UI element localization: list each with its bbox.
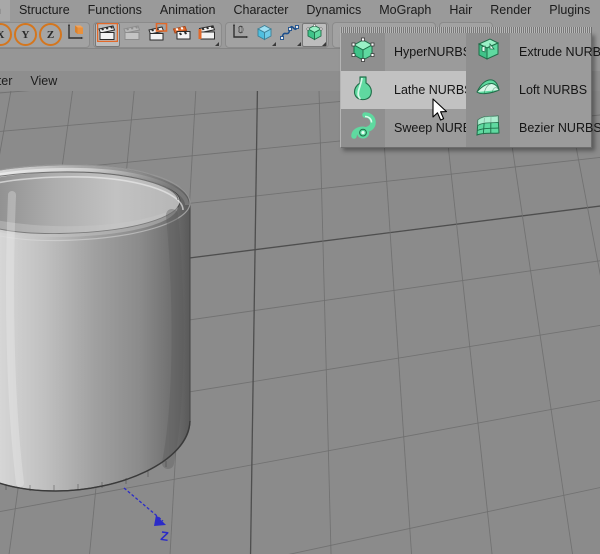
bezier-nurbs-icon	[474, 112, 502, 145]
x-axis-icon: X	[0, 23, 12, 46]
hypernurbs-icon	[348, 36, 378, 69]
menu-item-hypernurbs[interactable]: HyperNURBS	[341, 33, 471, 71]
clapper-marquee-icon	[147, 22, 168, 47]
flyout-corner-icon	[322, 41, 326, 46]
menu-item-dynamics[interactable]: Dynamics	[297, 0, 370, 21]
nurbs-generators-popup-menu: HyperNURBS Lathe NURBS Sweep NURBS Extru…	[340, 32, 600, 148]
menu-item-structure[interactable]: Structure	[10, 0, 79, 21]
lathe-nurbs-icon	[349, 74, 377, 107]
lathe-nurbs-icon-cell	[341, 71, 385, 109]
viewport-menu-item-filter[interactable]: lter	[0, 71, 21, 91]
render-settings-button[interactable]	[195, 23, 220, 47]
menu-item-mograph[interactable]: MoGraph	[370, 0, 440, 21]
menu-item-character[interactable]: Character	[224, 0, 297, 21]
render-view-button[interactable]	[95, 22, 120, 47]
svg-text:0: 0	[238, 24, 244, 36]
popup-column-right: Extrude NURBS Loft NURBS	[466, 33, 600, 147]
clapper-gray-icon	[122, 23, 143, 47]
loft-nurbs-icon	[474, 74, 502, 107]
menu-item-extrude-nurbs-label: Extrude NURBS	[519, 45, 600, 59]
menu-item-hypernurbs-label: HyperNURBS	[394, 45, 472, 59]
toolbar-group-render	[93, 21, 222, 48]
popup-column-left: HyperNURBS Lathe NURBS Sweep NURBS	[341, 33, 479, 147]
menu-item-extrude-nurbs[interactable]: Extrude NURBS	[466, 33, 600, 71]
menu-item-plugins[interactable]: Plugins	[540, 0, 599, 21]
world-object-coordinates-button[interactable]	[63, 23, 88, 47]
sweep-nurbs-icon-cell	[341, 109, 385, 147]
toolbar-group-axis-lock: X Y Z	[0, 21, 90, 48]
lock-z-axis-button[interactable]: Z	[38, 23, 63, 47]
menu-item-selection[interactable]: n	[0, 0, 10, 21]
menu-item-functions[interactable]: Functions	[79, 0, 151, 21]
primitive-cube-button[interactable]	[252, 23, 277, 47]
flyout-corner-icon	[272, 41, 276, 46]
cylinder-object	[0, 164, 191, 492]
menu-item-lathe-nurbs-label: Lathe NURBS	[394, 83, 473, 97]
sweep-nurbs-icon	[349, 111, 377, 145]
menu-item-lathe-nurbs[interactable]: Lathe NURBS	[341, 71, 473, 109]
menu-item-loft-nurbs[interactable]: Loft NURBS	[466, 71, 591, 109]
perspective-viewport[interactable]: Z	[0, 91, 600, 554]
render-region-button[interactable]	[120, 23, 145, 47]
flyout-corner-icon	[297, 41, 301, 46]
menu-item-animation[interactable]: Animation	[151, 0, 225, 21]
coordinate-cube-icon	[65, 22, 87, 47]
render-to-picture-viewer-button[interactable]	[170, 23, 195, 47]
menu-item-sweep-nurbs[interactable]: Sweep NURBS	[341, 109, 479, 147]
render-active-objects-button[interactable]	[145, 22, 170, 47]
extrude-nurbs-icon-cell	[466, 33, 510, 71]
hypernurbs-icon-cell	[341, 33, 385, 71]
extrude-nurbs-icon	[474, 36, 502, 69]
toolbar-group-modeling: 0	[225, 21, 329, 48]
main-menu-bar: n Structure Functions Animation Characte…	[0, 0, 600, 21]
popup-menu-grip[interactable]	[340, 27, 592, 33]
make-editable-button[interactable]: 0	[227, 23, 252, 47]
z-axis-icon: Z	[39, 23, 62, 46]
menu-item-render[interactable]: Render	[481, 0, 540, 21]
menu-item-hair[interactable]: Hair	[440, 0, 481, 21]
menu-item-bezier-nurbs[interactable]: Bezier NURBS	[466, 109, 600, 147]
flyout-corner-icon	[215, 41, 219, 46]
zero-axis-icon: 0	[229, 22, 251, 47]
loft-nurbs-icon-cell	[466, 71, 510, 109]
viewport-menu-item-view[interactable]: View	[21, 71, 66, 91]
cinema4d-window: n Structure Functions Animation Characte…	[0, 0, 600, 554]
y-axis-icon: Y	[14, 23, 37, 46]
menu-item-bezier-nurbs-label: Bezier NURBS	[519, 121, 600, 135]
clapper-orange-icon	[172, 23, 193, 47]
spline-pen-button[interactable]	[277, 23, 302, 47]
lock-y-axis-button[interactable]: Y	[13, 23, 38, 47]
nurbs-generator-button[interactable]	[302, 22, 327, 47]
lock-x-axis-button[interactable]: X	[0, 23, 13, 47]
menu-item-loft-nurbs-label: Loft NURBS	[519, 83, 588, 97]
clapper-icon	[96, 22, 119, 47]
bezier-nurbs-icon-cell	[466, 109, 510, 147]
